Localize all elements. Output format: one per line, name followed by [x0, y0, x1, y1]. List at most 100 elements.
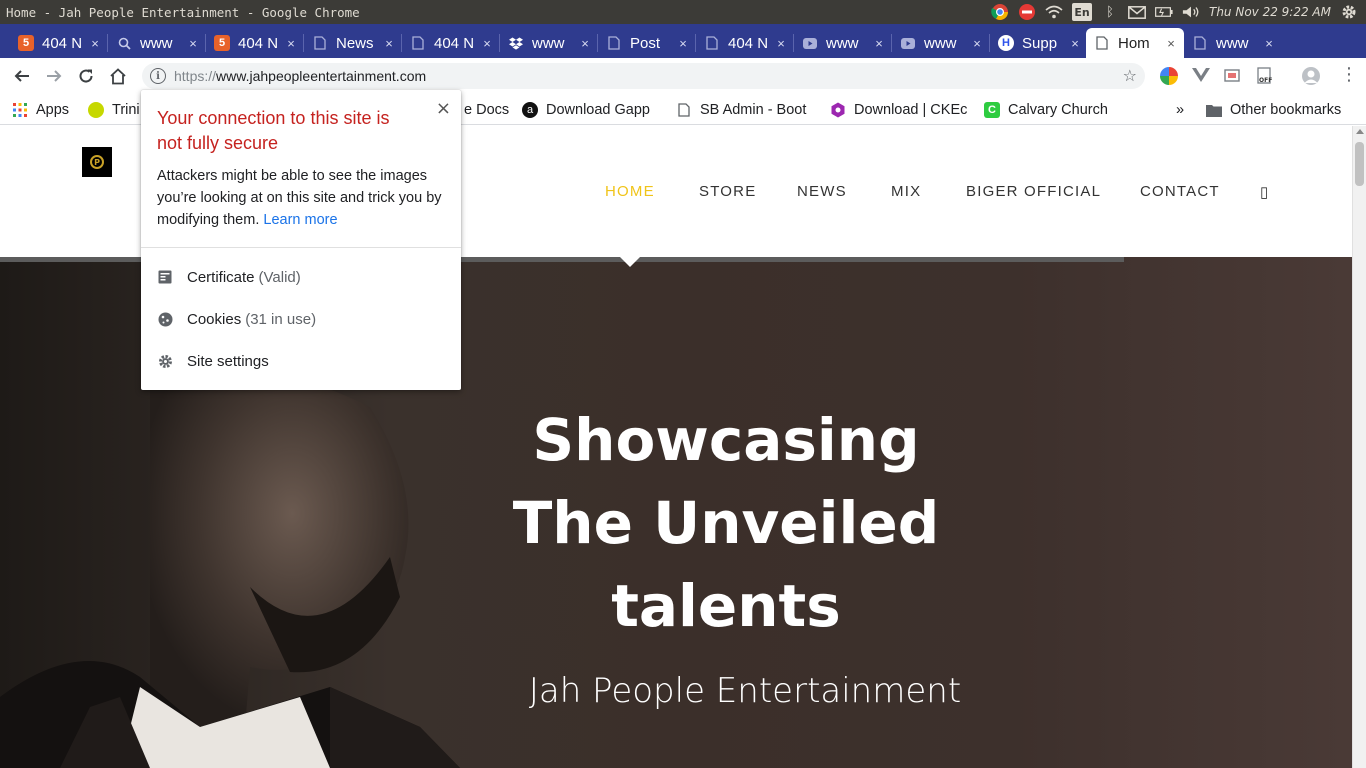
nav-biger-official[interactable]: BIGER OFFICIAL: [966, 183, 1101, 200]
reload-button[interactable]: [74, 64, 98, 88]
bookmark-apps[interactable]: Apps: [12, 100, 69, 120]
scrollbar-thumb[interactable]: [1355, 142, 1364, 186]
nav-home[interactable]: HOME: [605, 183, 655, 200]
tab-youtube-2[interactable]: www ×: [892, 28, 990, 58]
page-scrollbar[interactable]: [1352, 126, 1366, 768]
close-tab-icon[interactable]: ×: [970, 36, 984, 51]
page-icon: [1094, 35, 1110, 51]
close-tab-icon[interactable]: ×: [284, 36, 298, 51]
tab-youtube-1[interactable]: www ×: [794, 28, 892, 58]
volume-icon[interactable]: [1182, 3, 1200, 21]
tab-strip: 5 404 N × www × 5 404 N × News × 404 N × www ×…: [0, 24, 1366, 79]
url-text[interactable]: https://www.jahpeopleentertainment.com: [174, 68, 426, 84]
ckeditor-logo-icon: [830, 102, 846, 118]
vue-devtools-icon[interactable]: [1192, 67, 1210, 85]
tab-dropbox[interactable]: www ×: [500, 28, 598, 58]
hostinger-icon: H: [998, 35, 1014, 51]
tab-404-1[interactable]: 5 404 N ×: [10, 28, 108, 58]
settings-gear-icon[interactable]: [1340, 3, 1358, 21]
nav-mix[interactable]: MIX: [891, 183, 921, 200]
address-bar[interactable]: i https://www.jahpeopleentertainment.com…: [142, 63, 1145, 89]
learn-more-link[interactable]: Learn more: [263, 212, 337, 228]
tab-post[interactable]: Post ×: [598, 28, 696, 58]
close-tab-icon[interactable]: ×: [1262, 36, 1276, 51]
gear-icon: [157, 353, 173, 369]
site-logo[interactable]: P: [82, 147, 112, 177]
profile-avatar-icon[interactable]: [1302, 67, 1320, 85]
close-tab-icon[interactable]: ×: [676, 36, 690, 51]
page-icon: [312, 35, 328, 51]
site-info-icon[interactable]: i: [150, 68, 166, 84]
close-icon[interactable]: ×: [436, 98, 451, 119]
tab-news[interactable]: News ×: [304, 28, 402, 58]
active-nav-indicator: [620, 257, 640, 267]
screenshot-extension-icon[interactable]: [1224, 67, 1242, 85]
close-tab-icon[interactable]: ×: [480, 36, 494, 51]
bookmark-sb-admin[interactable]: SB Admin - Boot: [676, 100, 806, 120]
system-tray: En ᛒ Thu Nov 22 9:22 AM: [991, 0, 1358, 24]
bluetooth-icon[interactable]: ᛒ: [1101, 3, 1119, 21]
nav-news[interactable]: NEWS: [797, 183, 847, 200]
nav-contact[interactable]: CONTACT: [1140, 183, 1220, 200]
certificate-row[interactable]: Certificate (Valid): [157, 267, 301, 287]
wifi-icon[interactable]: [1045, 3, 1063, 21]
bookmarks-overflow-button[interactable]: »: [1176, 100, 1184, 120]
trinity-logo-icon: [88, 102, 104, 118]
back-button[interactable]: [10, 64, 34, 88]
tab-404-4[interactable]: 404 N ×: [696, 28, 794, 58]
close-tab-icon[interactable]: ×: [578, 36, 592, 51]
forward-button[interactable]: [42, 64, 66, 88]
tab-home-active[interactable]: Hom ×: [1086, 28, 1184, 58]
html5-icon: 5: [18, 35, 34, 51]
chrome-menu-icon[interactable]: ⋮: [1340, 66, 1358, 84]
home-button[interactable]: [106, 64, 130, 88]
cookie-icon: [157, 311, 173, 327]
scroll-up-arrow-icon[interactable]: [1356, 129, 1364, 134]
svg-text:OFF: OFF: [1259, 77, 1272, 84]
mail-icon[interactable]: [1128, 3, 1146, 21]
tab-www-last[interactable]: www ×: [1184, 28, 1282, 58]
bookmark-calvary-church[interactable]: C Calvary Church: [984, 100, 1108, 120]
bookmark-download-gapp[interactable]: a Download Gapp: [522, 100, 650, 120]
close-tab-icon[interactable]: ×: [774, 36, 788, 51]
gapp-logo-icon: a: [522, 102, 538, 118]
bookmark-star-icon[interactable]: ☆: [1123, 66, 1137, 85]
close-tab-icon[interactable]: ×: [382, 36, 396, 51]
cookies-row[interactable]: Cookies (31 in use): [157, 309, 316, 329]
search-icon: [116, 35, 132, 51]
battery-icon[interactable]: [1155, 3, 1173, 21]
bookmark-trinity[interactable]: Trini: [88, 100, 140, 120]
bookmark-other-bookmarks[interactable]: Other bookmarks: [1206, 100, 1341, 120]
bookmark-docs[interactable]: e Docs: [464, 100, 509, 120]
popup-divider: [141, 247, 461, 248]
window-title: Home - Jah People Entertainment - Google…: [6, 4, 360, 20]
apps-grid-icon: [12, 102, 28, 118]
hero-subtitle: Jah People Entertainment: [528, 671, 962, 711]
close-tab-icon[interactable]: ×: [872, 36, 886, 51]
close-tab-icon[interactable]: ×: [1164, 36, 1178, 51]
page-icon: [606, 35, 622, 51]
page-icon: [410, 35, 426, 51]
tab-404-3[interactable]: 404 N ×: [402, 28, 500, 58]
html5-icon: 5: [214, 35, 230, 51]
close-tab-icon[interactable]: ×: [1068, 36, 1082, 51]
system-clock[interactable]: Thu Nov 22 9:22 AM: [1209, 5, 1331, 19]
page-icon: [1192, 35, 1208, 51]
tab-404-2[interactable]: 5 404 N ×: [206, 28, 304, 58]
folder-icon: [1206, 102, 1222, 118]
page-icon: [704, 35, 720, 51]
close-tab-icon[interactable]: ×: [88, 36, 102, 51]
keyboard-language-indicator[interactable]: En: [1072, 3, 1092, 21]
close-tab-icon[interactable]: ×: [186, 36, 200, 51]
tab-search[interactable]: www ×: [108, 28, 206, 58]
chrome-icon[interactable]: [991, 3, 1009, 21]
bookmark-ckeditor[interactable]: Download | CKEc: [830, 100, 967, 120]
nav-store[interactable]: STORE: [699, 183, 756, 200]
toggle-off-extension-icon[interactable]: OFF: [1256, 67, 1274, 85]
search-icon[interactable]: ▯: [1260, 183, 1269, 201]
youtube-icon: [900, 35, 916, 51]
do-not-disturb-icon[interactable]: [1018, 3, 1036, 21]
site-settings-row[interactable]: Site settings: [157, 351, 269, 371]
color-picker-extension-icon[interactable]: [1160, 67, 1178, 85]
tab-support[interactable]: H Supp ×: [990, 28, 1088, 58]
